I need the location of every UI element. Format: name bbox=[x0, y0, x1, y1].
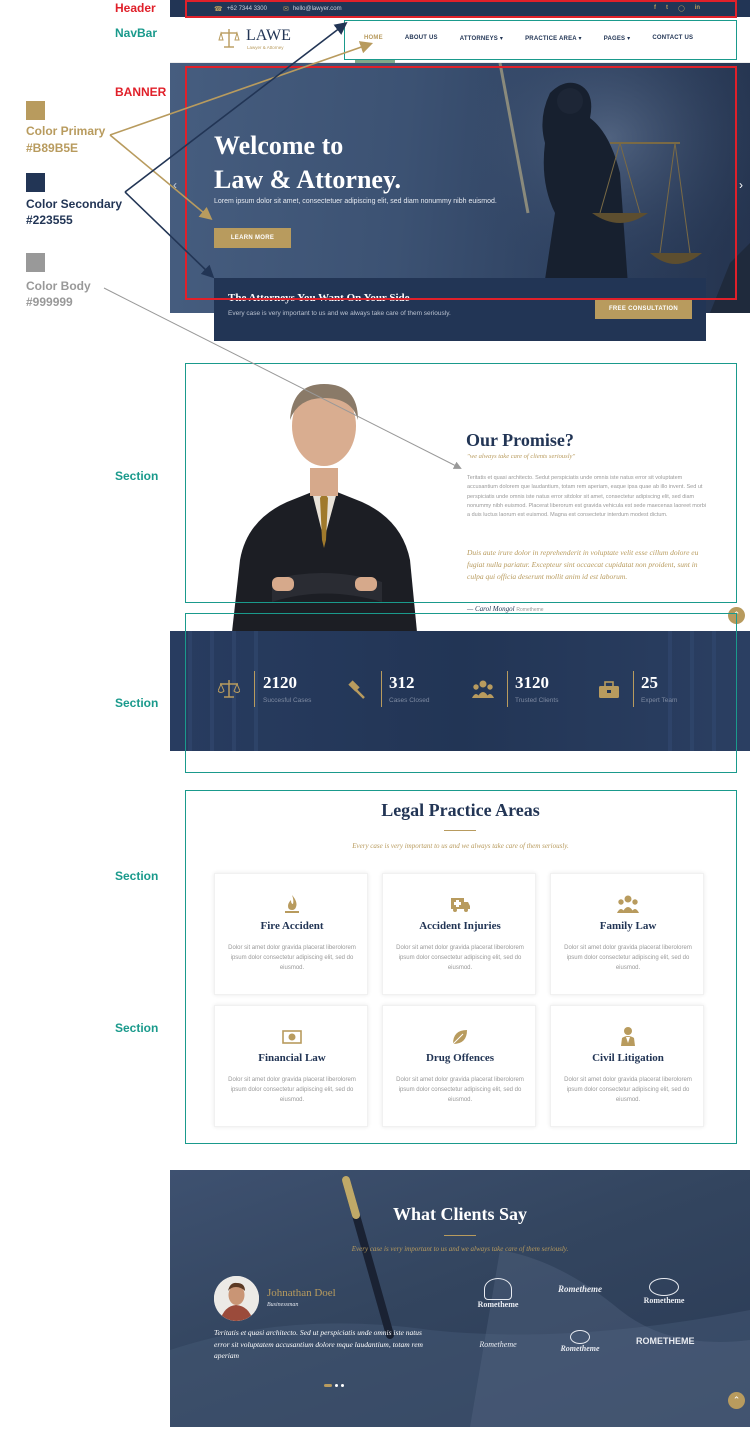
secondary-color-hex: #223555 bbox=[26, 213, 73, 227]
title-underline bbox=[444, 1235, 476, 1236]
section-annotation-label: Section bbox=[115, 869, 159, 883]
primary-color-hex: #B89B5E bbox=[26, 141, 79, 155]
brand-logo-icon[interactable] bbox=[218, 27, 240, 54]
section-annotation-box bbox=[185, 613, 737, 773]
promise-author: — Carol Mongol Rometheme bbox=[467, 605, 544, 613]
back-to-top-icon[interactable]: ⌃ bbox=[728, 1392, 745, 1409]
brand-tagline: Lawyer & Attorney bbox=[247, 45, 284, 50]
banner-annotation-box bbox=[185, 66, 737, 300]
primary-color-name: Color Primary bbox=[26, 124, 106, 138]
section-annotation-box bbox=[185, 363, 737, 603]
free-consultation-button[interactable]: FREE CONSULTATION bbox=[595, 298, 692, 319]
client-logo[interactable]: ROMETHEME bbox=[636, 1336, 695, 1346]
section-annotation-box bbox=[185, 790, 737, 1144]
client-logo[interactable]: Rometheme bbox=[552, 1330, 608, 1353]
section-annotation-label: Section bbox=[115, 469, 159, 483]
testimonial-text: Teritatis et quasi architecto. Sed ut pe… bbox=[214, 1328, 423, 1360]
client-logo[interactable]: Rometheme bbox=[636, 1278, 692, 1305]
navbar-annotation-label: NavBar bbox=[115, 26, 158, 40]
client-logo[interactable]: Rometheme bbox=[470, 1278, 526, 1309]
header-annotation-label: Header bbox=[115, 1, 156, 15]
body-color-hex: #999999 bbox=[26, 295, 73, 309]
section-annotation-label: Section bbox=[115, 696, 159, 710]
client-logo[interactable]: Rometheme bbox=[470, 1340, 526, 1349]
cta-text: Every case is very important to us and w… bbox=[228, 310, 451, 317]
slider-dot-active[interactable] bbox=[324, 1384, 332, 1387]
client-logos: Rometheme Rometheme Rometheme Rometheme … bbox=[470, 1278, 710, 1378]
slider-prev-icon[interactable]: ‹ bbox=[173, 178, 177, 192]
section-annotation-label: Section bbox=[115, 1021, 159, 1035]
avatar bbox=[214, 1276, 259, 1321]
client-logo[interactable]: Rometheme bbox=[552, 1284, 608, 1294]
testimonials-title: What Clients Say bbox=[392, 1204, 527, 1224]
slider-dot[interactable] bbox=[335, 1384, 338, 1387]
secondary-color-name: Color Secondary bbox=[26, 197, 123, 211]
testimonials-section: What Clients Say Every case is very impo… bbox=[170, 1170, 750, 1427]
secondary-color-swatch bbox=[26, 173, 45, 192]
navbar-annotation-box bbox=[344, 20, 737, 60]
primary-color-swatch bbox=[26, 101, 45, 120]
body-color-swatch bbox=[26, 253, 45, 272]
banner-annotation-label: BANNER bbox=[115, 85, 167, 99]
slider-dot[interactable] bbox=[341, 1384, 344, 1387]
testimonial-role: Businessman bbox=[267, 1302, 299, 1308]
testimonial-name: Johnathan Doel bbox=[267, 1287, 336, 1299]
testimonials-subtitle: Every case is very important to us and w… bbox=[351, 1245, 569, 1253]
slider-next-icon[interactable]: › bbox=[739, 178, 743, 192]
body-color-name: Color Body bbox=[26, 279, 91, 293]
brand-name[interactable]: LAWE bbox=[246, 27, 291, 45]
header-annotation-box bbox=[185, 0, 737, 18]
